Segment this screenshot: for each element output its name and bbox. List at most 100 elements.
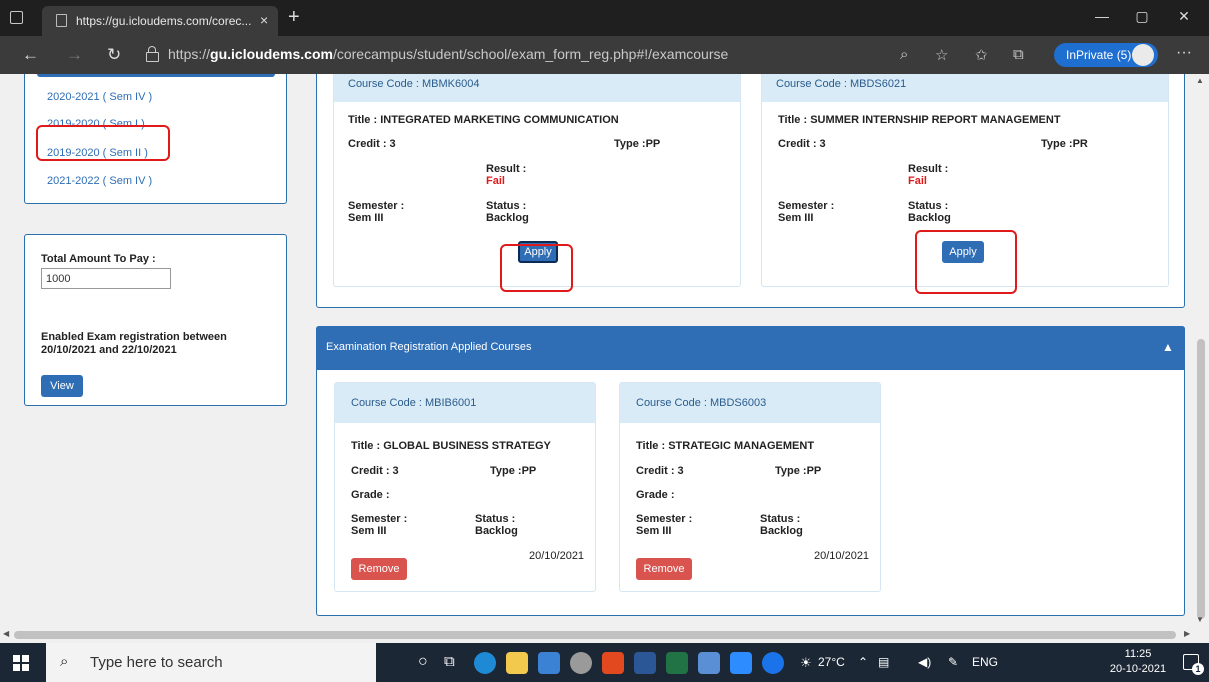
office-icon[interactable] (602, 652, 624, 674)
applied-course-card: Course Code : MBIB6001 Title : GLOBAL BU… (334, 382, 596, 592)
course-code: Course Code : MBIB6001 (335, 383, 595, 423)
course-code: Course Code : MBDS6021 (762, 74, 1168, 102)
word-icon[interactable] (634, 652, 656, 674)
course-type: Type :PP (490, 465, 537, 477)
course-type: Type :PR (1041, 138, 1088, 150)
add-favorite-icon[interactable]: ☆ (935, 46, 948, 64)
dropbox-icon[interactable] (538, 652, 560, 674)
close-window-button[interactable]: ✕ (1164, 8, 1204, 25)
tab-close-icon[interactable]: × (260, 12, 268, 28)
zoom-icon[interactable]: ⌕ (900, 46, 908, 63)
task-view-icon[interactable]: ⧉ (444, 653, 455, 670)
forward-icon[interactable]: → (66, 45, 83, 65)
new-tab-button[interactable]: + (288, 6, 300, 29)
cortana-icon[interactable]: ○ (418, 653, 428, 671)
view-button[interactable]: View (41, 375, 83, 397)
more-menu-icon[interactable]: ··· (1176, 44, 1192, 62)
tab-actions-icon[interactable] (10, 11, 23, 24)
highlight-semester (36, 125, 170, 161)
horizontal-scrollbar[interactable]: ◀ ▶ (0, 627, 1209, 643)
remove-button[interactable]: Remove (351, 558, 407, 580)
file-explorer-icon[interactable] (506, 652, 528, 674)
result-value: Fail (908, 175, 927, 187)
course-title: Title : INTEGRATED MARKETING COMMUNICATI… (348, 114, 619, 126)
course-code: Course Code : MBMK6004 (334, 74, 740, 102)
semester-value: Sem III (348, 212, 384, 224)
course-credit: Credit : 3 (348, 138, 396, 150)
weather-icon[interactable]: ☀ (800, 655, 812, 671)
language-indicator[interactable]: ENG (972, 655, 998, 669)
status-label: Status : (475, 513, 516, 525)
refresh-icon[interactable]: ↻ (107, 45, 121, 65)
course-code: Course Code : MBDS6003 (620, 383, 880, 423)
address-bar[interactable]: https://gu.icloudems.com/corecampus/stud… (140, 41, 885, 69)
scroll-up-icon[interactable]: ▲ (1196, 76, 1204, 85)
browser-titlebar: https://gu.icloudems.com/corec... × + — … (0, 0, 1209, 36)
clock[interactable]: 11:25 20-10-2021 (1108, 647, 1168, 677)
browser-tab[interactable]: https://gu.icloudems.com/corec... × (42, 6, 278, 36)
course-title: Title : SUMMER INTERNSHIP REPORT MANAGEM… (778, 114, 1061, 126)
status-label: Status : (486, 200, 527, 212)
taskbar-search[interactable]: ⌕ Type here to search (46, 643, 376, 682)
excel-icon[interactable] (666, 652, 688, 674)
semester-header-bar (37, 74, 275, 77)
applied-courses-header[interactable]: Examination Registration Applied Courses… (316, 326, 1185, 370)
scroll-left-icon[interactable]: ◀ (3, 629, 9, 638)
status-value: Backlog (475, 525, 518, 537)
minimize-button[interactable]: — (1082, 8, 1122, 24)
semester-value: Sem III (636, 525, 672, 537)
payment-panel: Total Amount To Pay : Enabled Exam regis… (24, 234, 287, 406)
scroll-thumb-horizontal[interactable] (14, 631, 1176, 639)
pen-icon[interactable]: ✎ (948, 655, 958, 669)
course-credit: Credit : 3 (778, 138, 826, 150)
volume-icon[interactable]: ◀) (918, 655, 931, 669)
total-amount-label: Total Amount To Pay : (41, 253, 156, 265)
total-amount-field[interactable] (41, 268, 171, 289)
highlight-apply-1 (500, 244, 573, 292)
result-label: Result : (908, 163, 949, 175)
status-value: Backlog (908, 212, 951, 224)
favorites-icon[interactable]: ✩ (975, 46, 988, 64)
semester-label: Semester : (348, 200, 405, 212)
semester-link-4[interactable]: 2021-2022 ( Sem IV ) (47, 175, 152, 187)
windows-taskbar: ⌕ Type here to search ○ ⧉ ☀ 27°C ⌃ ▤ ◀) … (0, 643, 1209, 682)
notification-icon[interactable]: 1 (1183, 654, 1204, 675)
collections-icon[interactable]: ⧉ (1013, 46, 1024, 63)
highlight-apply-2 (915, 230, 1017, 294)
status-label: Status : (760, 513, 801, 525)
inprivate-label: InPrivate (5) (1066, 48, 1132, 62)
status-label: Status : (908, 200, 949, 212)
zoom-app-icon[interactable] (730, 652, 752, 674)
search-icon: ⌕ (60, 653, 69, 670)
weather-text[interactable]: 27°C (818, 655, 845, 669)
result-value: Fail (486, 175, 505, 187)
result-label: Result : (486, 163, 527, 175)
course-credit: Credit : 3 (351, 465, 399, 477)
url-text: https://gu.icloudems.com/corecampus/stud… (168, 46, 729, 62)
notes-icon[interactable] (698, 652, 720, 674)
semester-link-1[interactable]: 2020-2021 ( Sem IV ) (47, 91, 152, 103)
vertical-scrollbar[interactable]: ▲ ▼ (1193, 74, 1209, 627)
status-value: Backlog (760, 525, 803, 537)
edge-icon[interactable] (474, 652, 496, 674)
app-icon[interactable] (570, 652, 592, 674)
applied-course-card: Course Code : MBDS6003 Title : STRATEGIC… (619, 382, 881, 592)
course-grade: Grade : (636, 489, 675, 501)
available-courses-panel: Course Code : MBMK6004 Title : INTEGRATE… (316, 74, 1185, 308)
help-icon[interactable] (762, 652, 784, 674)
semester-value: Sem III (778, 212, 814, 224)
scroll-thumb[interactable] (1197, 339, 1205, 619)
page-content: 2020-2021 ( Sem IV ) 2019-2020 ( Sem I )… (0, 74, 1193, 627)
scroll-right-icon[interactable]: ▶ (1184, 629, 1190, 638)
network-icon[interactable]: ▤ (878, 655, 889, 669)
chevron-up-icon[interactable]: ▲ (1162, 340, 1174, 354)
course-type: Type :PP (614, 138, 661, 150)
scroll-down-icon[interactable]: ▼ (1196, 615, 1204, 624)
back-icon[interactable]: ← (22, 45, 39, 65)
remove-button[interactable]: Remove (636, 558, 692, 580)
maximize-button[interactable]: ▢ (1122, 8, 1162, 25)
show-hidden-icons[interactable]: ⌃ (858, 655, 868, 669)
inprivate-button[interactable]: InPrivate (5) (1054, 43, 1158, 67)
search-placeholder: Type here to search (90, 654, 223, 671)
windows-start-icon[interactable] (13, 655, 29, 671)
